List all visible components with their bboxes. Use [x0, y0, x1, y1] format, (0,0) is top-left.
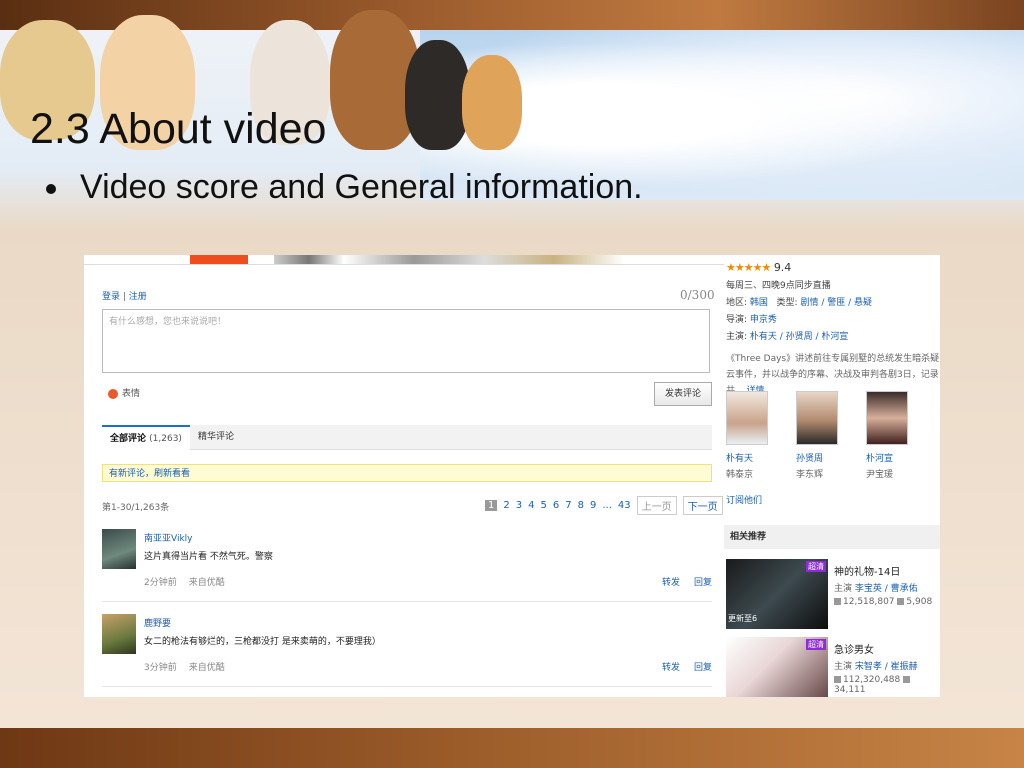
- actor-photo: [866, 391, 908, 445]
- region-type-line: 地区: 韩国 类型: 剧情 / 警匪 / 悬疑: [726, 298, 872, 308]
- rating-stars-icon: ★★★★★: [726, 261, 771, 274]
- video-info-panel: ★★★★★ 9.4 每周三、四晚9点同步直播 地区: 韩国 类型: 剧情 / 警…: [724, 255, 940, 697]
- emoji-button[interactable]: 表情: [108, 386, 140, 399]
- subscribe-link[interactable]: 订阅他们: [726, 493, 762, 506]
- rating: ★★★★★ 9.4: [726, 261, 791, 274]
- embedded-video-page-screenshot: 登录 | 注册 0/300 有什么感想，您也来说说吧！ 表情 发表评论 全部评论…: [84, 255, 940, 697]
- page-link[interactable]: 6: [553, 500, 559, 511]
- page-link[interactable]: 7: [565, 500, 571, 511]
- related-stats: 12,518,807 5,908: [834, 597, 932, 607]
- comment-item: 鹿野要 女二的枪法有够烂的，三枪都没打 是来卖萌的，不要理我） 3分钟前 来自优酷…: [102, 612, 712, 692]
- update-label: 更新至6: [728, 614, 758, 623]
- comment-text: 这片真得当片看 不然气死。警察: [144, 552, 273, 562]
- comment-user[interactable]: 南亚亚Vikly: [144, 531, 193, 544]
- bullet-text: Video score and General information.: [80, 168, 643, 206]
- tab-all-comments[interactable]: 全部评论 (1,263): [102, 425, 190, 451]
- hd-badge: 超清: [806, 639, 826, 650]
- comment-count-icon: [903, 676, 911, 683]
- comment-input[interactable]: 有什么感想，您也来说说吧！: [102, 309, 710, 373]
- page-link[interactable]: 5: [541, 500, 547, 511]
- type-links[interactable]: 剧情 / 警匪 / 悬疑: [800, 298, 872, 308]
- char-counter: 0/300: [680, 288, 715, 302]
- page-current: 1: [485, 499, 498, 511]
- top-thumbnail-strip: [84, 255, 724, 265]
- related-heading: 相关推荐: [724, 525, 940, 549]
- comment-item: 南亚亚Vikly 这片真得当片看 不然气死。警察 2分钟前 来自优酷 转发 回复: [102, 527, 712, 607]
- related-item[interactable]: 超清 急诊男女 主演 宋智孝 / 崔振赫 112,320,488 34,111: [726, 637, 940, 697]
- related-cast: 主演 李宝英 / 曹承佑: [834, 584, 918, 594]
- login-links: 登录 | 注册: [102, 292, 147, 302]
- slide-bottom-band: [0, 728, 1024, 768]
- actor-card[interactable]: 朴有天 韩泰京: [726, 391, 776, 480]
- page-ellipsis: ...: [602, 499, 612, 511]
- page-link[interactable]: 8: [578, 500, 584, 511]
- comment-meta: 3分钟前 来自优酷: [144, 663, 225, 673]
- bullet-dot-icon: [46, 184, 56, 195]
- related-item[interactable]: 超清 更新至6 神的礼物-14日 主演 李宝英 / 曹承佑 12,518,807…: [726, 559, 940, 629]
- login-link[interactable]: 登录: [102, 292, 120, 302]
- cast-line: 主演: 朴有天 / 孙贤周 / 朴河宣: [726, 332, 849, 342]
- slide-bullet: Video score and General information.: [46, 168, 643, 207]
- page-link[interactable]: 9: [590, 500, 596, 511]
- actor-name: 朴河宣: [866, 454, 894, 464]
- related-title[interactable]: 急诊男女: [834, 641, 874, 656]
- actor-role: 尹宝瑗: [866, 470, 894, 480]
- next-page-button[interactable]: 下一页: [682, 495, 723, 515]
- avatar[interactable]: [102, 529, 136, 569]
- slide-title: 2.3 About video: [30, 105, 327, 153]
- tab-featured-comments[interactable]: 精华评论: [190, 425, 242, 449]
- related-cast: 主演 宋智孝 / 崔振赫: [834, 662, 918, 672]
- avatar[interactable]: [102, 614, 136, 654]
- new-comments-notice[interactable]: 有新评论，刷新看看: [102, 464, 712, 482]
- comment-range: 第1-30/1,263条: [102, 503, 170, 513]
- page-link-last[interactable]: 43: [618, 500, 631, 511]
- repost-link[interactable]: 转发: [662, 578, 680, 588]
- repost-link[interactable]: 转发: [662, 663, 680, 673]
- play-count-icon: [834, 598, 841, 605]
- hd-badge: 超清: [806, 561, 826, 572]
- post-comment-button[interactable]: 发表评论: [654, 382, 712, 406]
- director-link[interactable]: 申京秀: [750, 315, 777, 325]
- comment-meta: 2分钟前 来自优酷: [144, 578, 225, 588]
- play-count-icon: [834, 676, 841, 683]
- region-link[interactable]: 韩国: [750, 298, 768, 308]
- actor-photo: [796, 391, 838, 445]
- actor-name: 朴有天: [726, 454, 754, 464]
- page-link[interactable]: 4: [528, 500, 534, 511]
- director-line: 导演: 申京秀: [726, 315, 777, 325]
- actor-card[interactable]: 朴河宣 尹宝瑗: [866, 391, 916, 480]
- pagination: 1 2 3 4 5 6 7 8 9 ... 43 上一页 下一页: [485, 495, 723, 515]
- actor-role: 李东辉: [796, 470, 824, 480]
- reply-link[interactable]: 回复: [694, 663, 712, 673]
- related-title[interactable]: 神的礼物-14日: [834, 563, 900, 578]
- register-link[interactable]: 注册: [129, 292, 147, 302]
- comment-text: 女二的枪法有够烂的，三枪都没打 是来卖萌的，不要理我）: [144, 637, 381, 647]
- rating-score: 9.4: [773, 261, 792, 274]
- emoji-icon: [108, 388, 118, 399]
- actor-role: 韩泰京: [726, 470, 754, 480]
- related-stats: 112,320,488 34,111: [834, 675, 940, 695]
- actor-card[interactable]: 孙贤周 李东辉: [796, 391, 846, 480]
- page-link[interactable]: 3: [516, 500, 522, 511]
- comment-user[interactable]: 鹿野要: [144, 616, 171, 629]
- reply-link[interactable]: 回复: [694, 578, 712, 588]
- schedule: 每周三、四晚9点同步直播: [726, 281, 831, 291]
- comment-actions: 转发 回复: [648, 660, 712, 673]
- actor-name: 孙贤周: [796, 454, 824, 464]
- page-link[interactable]: 2: [503, 500, 509, 511]
- comment-tabs: 全部评论 (1,263) 精华评论: [102, 425, 712, 451]
- cast-links[interactable]: 朴有天 / 孙贤周 / 朴河宣: [750, 332, 849, 342]
- prev-page-button[interactable]: 上一页: [636, 495, 677, 515]
- actor-photo: [726, 391, 768, 445]
- comment-count-icon: [897, 598, 905, 605]
- comment-actions: 转发 回复: [648, 575, 712, 588]
